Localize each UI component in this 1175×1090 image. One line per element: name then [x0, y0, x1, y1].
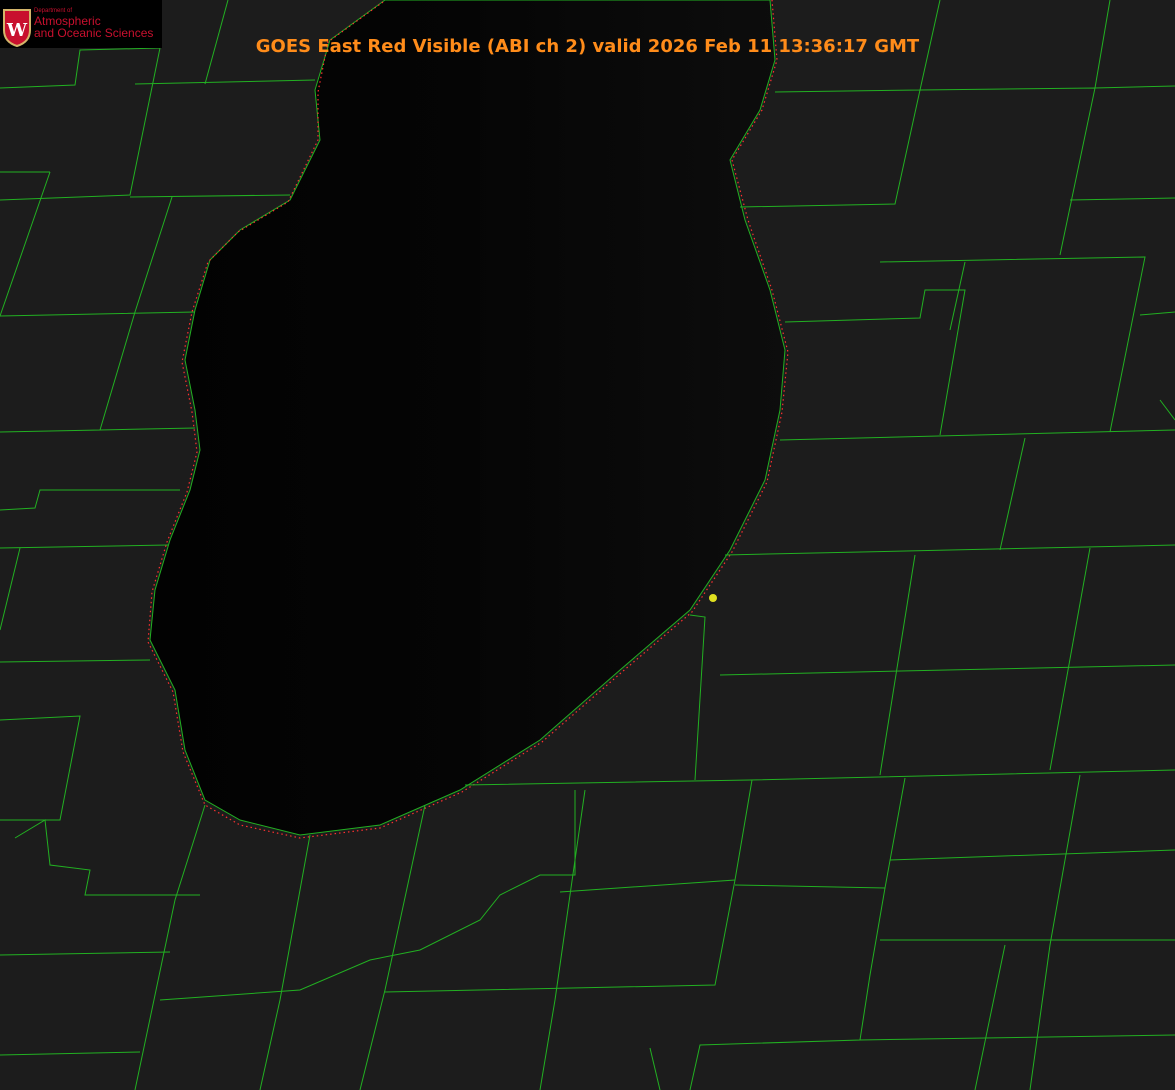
lake-michigan — [149, 0, 786, 836]
location-marker[interactable] — [709, 594, 717, 602]
satellite-map[interactable]: W Department of Atmospheric and Oceanic … — [0, 0, 1175, 1090]
map-layer — [0, 0, 1175, 1090]
image-title: GOES East Red Visible (ABI ch 2) valid 2… — [255, 36, 920, 57]
